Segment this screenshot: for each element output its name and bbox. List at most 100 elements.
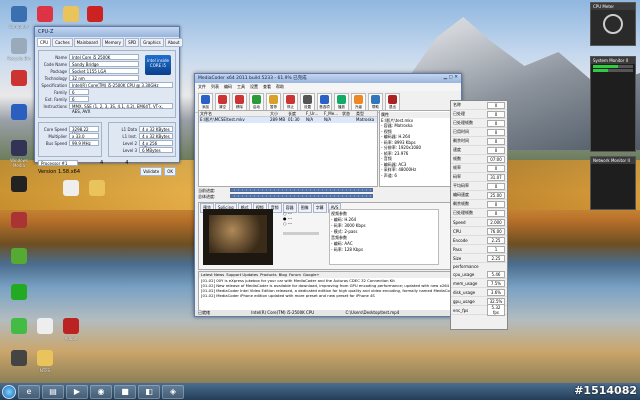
value-core-speed: 3298.22 MHz (69, 126, 100, 137)
properties-panel[interactable]: 属性 E:\影片\test.mkv - 容器: Matroska - 视频 - 编码器… (379, 110, 459, 187)
settings-item[interactable]: - 码率: 128 Kbps (331, 247, 437, 253)
desktop-icon-blue[interactable] (4, 104, 34, 140)
col-filename[interactable]: 文件名 (199, 111, 269, 116)
col-length[interactable]: 长度 (287, 111, 305, 116)
label-name: Name (55, 54, 67, 60)
value-level-2: 4 x 256 KBytes (139, 140, 173, 151)
desktop-icon-ntfs[interactable]: NTFS (30, 350, 60, 386)
system-monitor-gadget[interactable]: System Monitor II (590, 56, 636, 152)
menu-help[interactable]: 帮助 (276, 84, 284, 90)
validate-button[interactable]: Validate (140, 167, 163, 176)
mediacoder-window[interactable]: MediaCoder x64 2011 build 5233 - 61.9% 已… (194, 73, 463, 317)
menu-settings[interactable]: 设置 (250, 84, 258, 90)
toolbar-button-10[interactable]: 帮助 (368, 92, 383, 111)
menu-file[interactable]: 文件 (198, 84, 206, 90)
label-bus-speed: Bus Speed (45, 140, 67, 146)
stat-row: 速度 0 (451, 146, 507, 155)
selection-select[interactable]: Processor #1 (38, 160, 78, 166)
tab-memory[interactable]: Memory (101, 38, 125, 47)
stat-value: 0 (487, 146, 505, 154)
cpuz-window[interactable]: CPU-Z CPU Caches Mainboard Memory SPD Gr… (34, 26, 183, 176)
network-monitor-title: Network Monitor II (591, 157, 635, 164)
preview-slider[interactable] (283, 232, 319, 235)
desktop-icon-dark[interactable] (4, 176, 34, 212)
cores-value: 4 (100, 160, 104, 166)
cpuz-title: CPU-Z (35, 27, 179, 37)
desktop-icon-windows-media[interactable]: Windows Media (4, 140, 34, 176)
col-fur[interactable]: F_Ur... (305, 111, 323, 116)
label-family: Family (54, 89, 67, 95)
toolbar-icon-4 (269, 94, 278, 104)
toolbar-label-4: 暂停 (270, 104, 277, 109)
taskbar-firefox-icon[interactable]: ◉ (90, 384, 112, 399)
label-core-speed: Core Speed (43, 126, 67, 132)
col-fme[interactable]: F_Me... (323, 111, 341, 116)
toolbar-button-6[interactable]: 设置 (300, 92, 315, 111)
desktop-icon-red[interactable] (4, 70, 34, 106)
toolbar-label-9: 升级 (355, 104, 362, 109)
perf-label: gpu_usage (453, 298, 475, 304)
start-button[interactable] (2, 384, 16, 399)
menu-view[interactable]: 查看 (263, 84, 271, 90)
toolbar-button-9[interactable]: 升级 (351, 92, 366, 111)
stat-value: 0 (487, 110, 505, 118)
toolbar-button-8[interactable]: 播放 (334, 92, 349, 111)
toolbar-button-7[interactable]: 首选项 (317, 92, 332, 111)
menu-encode[interactable]: 编码 (224, 84, 232, 90)
video-preview[interactable] (203, 209, 273, 265)
tab-spd[interactable]: SPD (125, 38, 140, 47)
taskbar-ie-icon[interactable]: e (18, 384, 40, 399)
desktop-icon-folder2[interactable] (82, 180, 112, 216)
stat-row: 帧数 07:00 (451, 155, 507, 164)
settings-tree[interactable]: 视频参数 - 编码: H.264- 码率: 3000 Kbps - 模式: 2-pa… (329, 209, 439, 265)
desktop-icon-tool[interactable] (4, 212, 34, 248)
tab-mainboard[interactable]: Mainboard (73, 38, 101, 47)
radio-windowed[interactable]: ○ --- (283, 221, 319, 226)
menu-list[interactable]: 列表 (211, 84, 219, 90)
stat-value: 0 (487, 128, 505, 136)
tab-caches[interactable]: Caches (52, 38, 73, 47)
value-specification: Intel(R) Core(TM) i5-2500K CPU @ 3.30GHz (69, 82, 173, 88)
taskbar-media-icon[interactable]: ▶ (66, 384, 88, 399)
perf-label: mem_usage (453, 280, 478, 286)
toolbar-button-11[interactable]: 退出 (385, 92, 400, 111)
toolbar-button-4[interactable]: 暂停 (266, 92, 281, 111)
intel-core-i5-logo: intel inside CORE i5 (145, 55, 171, 75)
desktop-icon-media[interactable] (4, 248, 34, 284)
stat-label: Size (453, 255, 462, 261)
desktop-icon-green[interactable] (4, 284, 34, 320)
taskbar-cpuz-icon[interactable]: ◧ (138, 384, 160, 399)
taskbar-app-icon[interactable]: ■ (114, 384, 136, 399)
toolbar-button-5[interactable]: 停止 (283, 92, 298, 111)
total-progress-label: 总体进度: (198, 194, 216, 199)
tab-cpu[interactable]: CPU (37, 38, 52, 47)
toolbar-button-3[interactable]: 启动 (249, 92, 264, 111)
cell-filename: E:\影片\MCSE\test.mkv (200, 117, 245, 122)
taskbar-explorer-icon[interactable]: ▤ (42, 384, 64, 399)
ok-button[interactable]: OK (164, 167, 176, 176)
stat-row: 码率 31.07 (451, 173, 507, 182)
window-controls[interactable]: ▁ ▢ ✕ (444, 75, 458, 82)
col-status[interactable]: 状态 (341, 111, 355, 116)
tab-about[interactable]: About (164, 38, 183, 47)
cpu-meter-gadget[interactable]: CPU Meter (590, 2, 636, 46)
tab-graphics[interactable]: Graphics (140, 38, 164, 47)
toolbar-button-2[interactable]: 移除 (232, 92, 247, 111)
toolbar-label-10: 帮助 (372, 104, 379, 109)
desktop-icon-adobe[interactable]: Adobe (56, 318, 86, 354)
taskbar-mediacoder-icon[interactable]: ◈ (162, 384, 184, 399)
desktop-icon-recycle-bin[interactable]: Recycle Bin (4, 38, 34, 74)
news-item[interactable]: [01-02] MediaCoder iPhone edition update… (199, 293, 459, 298)
col-type[interactable]: 类型 (355, 111, 377, 116)
menu-tools[interactable]: 工具 (237, 84, 245, 90)
table-row[interactable]: E:\影片\MCSE\test.mkv 289 MB 01:30 N/A N/A… (199, 117, 377, 123)
cpu-meter-title: CPU Meter (591, 3, 635, 10)
file-list[interactable]: 文件名 大小 长度 F_Ur... F_Me... 状态 类型 E:\影片\MC… (198, 110, 378, 187)
toolbar-button-0[interactable]: 添加 (198, 92, 213, 111)
col-size[interactable]: 大小 (269, 111, 287, 116)
network-monitor-gadget[interactable]: Network Monitor II (590, 156, 636, 210)
selection-row: Processor #1 4 4 (35, 160, 179, 166)
toolbar-button-1[interactable]: 清空 (215, 92, 230, 111)
value-ext-family: 6 (69, 96, 89, 102)
label-level-2: Level 2 (122, 140, 138, 146)
